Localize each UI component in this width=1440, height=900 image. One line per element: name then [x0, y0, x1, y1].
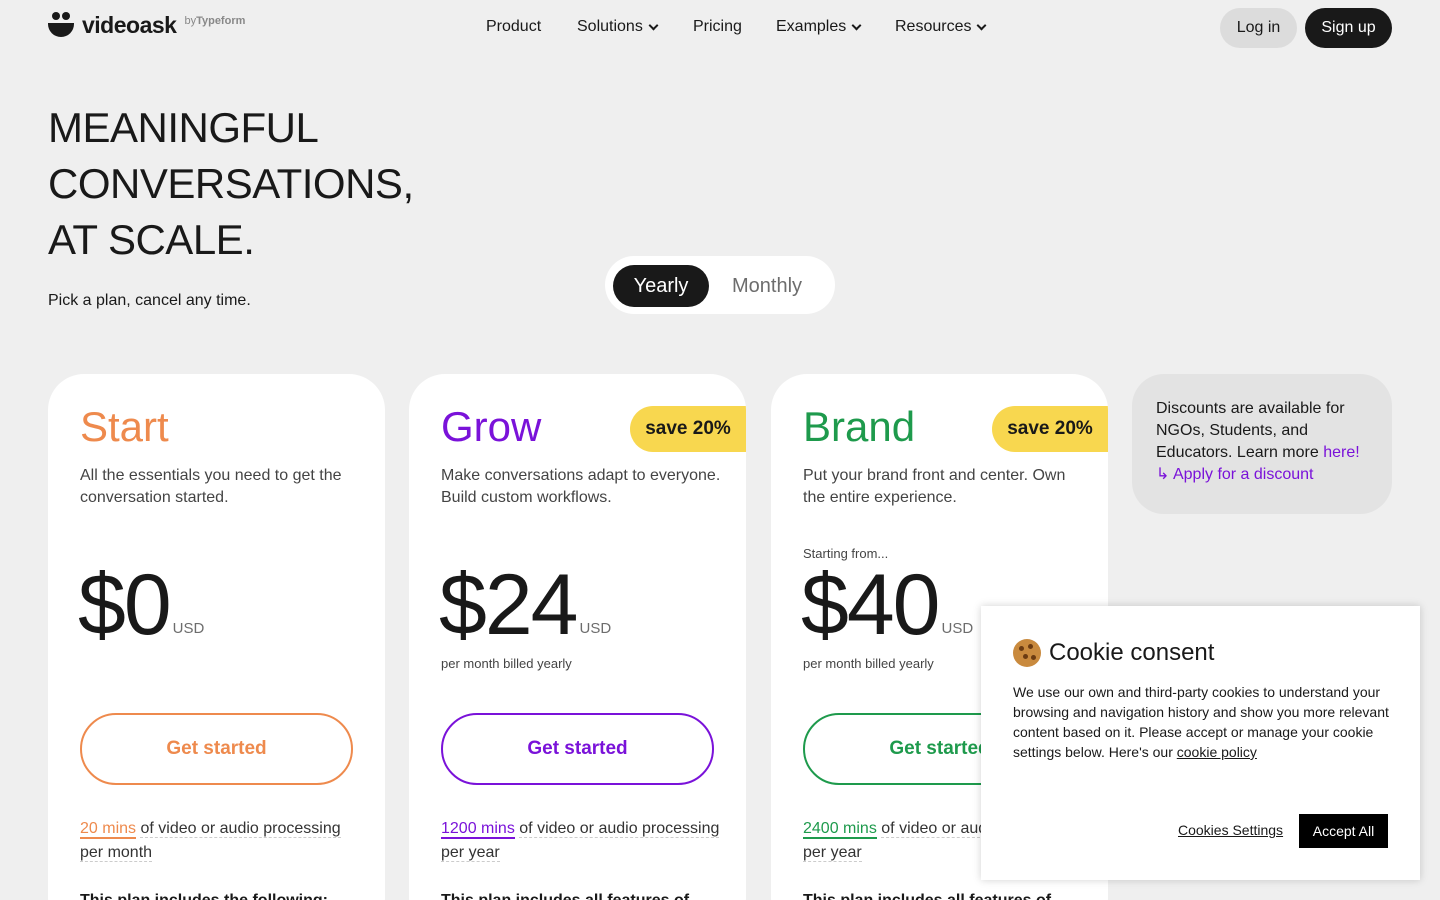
videoask-logo[interactable]: videoask byTypeform [48, 11, 245, 39]
plan-price: $40 USD [801, 558, 973, 652]
plan-minutes: 1200 mins of video or audio processing p… [441, 820, 720, 862]
plan-card-start: Start All the essentials you need to get… [48, 374, 385, 900]
plan-includes: This plan includes the following: [80, 892, 328, 900]
cookie-policy-link[interactable]: cookie policy [1177, 744, 1257, 760]
plan-description: Make conversations adapt to everyone. Bu… [441, 467, 721, 506]
main-nav: Product Solutions Pricing Examples Resou… [486, 17, 987, 37]
billing-toggle: Yearly Monthly [605, 256, 835, 314]
discount-box: Discounts are available for NGOs, Studen… [1132, 374, 1392, 514]
chevron-down-icon [851, 20, 862, 30]
get-started-button[interactable]: Get started [441, 713, 714, 785]
logo-wordmark: videoask [82, 12, 177, 38]
login-button[interactable]: Log in [1220, 8, 1297, 48]
toggle-monthly[interactable]: Monthly [717, 265, 817, 307]
cookie-body: We use our own and third-party cookies t… [1013, 684, 1389, 760]
plan-includes: This plan includes all features of [803, 892, 1051, 900]
price-currency: USD [941, 620, 974, 637]
plan-includes: This plan includes all features of [441, 892, 689, 900]
apply-discount-link[interactable]: ↳ Apply for a discount [1156, 466, 1314, 483]
get-started-button[interactable]: Get started [80, 713, 353, 785]
plan-price: $0 USD [78, 558, 204, 652]
chevron-down-icon [977, 20, 987, 30]
signup-button[interactable]: Sign up [1305, 8, 1392, 48]
site-header: videoask byTypeform Product Solutions Pr… [0, 0, 1440, 56]
hero-title: MEANINGFUL CONVERSATIONS, AT SCALE. [48, 104, 414, 263]
save-badge: save 20% [630, 406, 746, 452]
price-amount: $24 [439, 557, 578, 653]
price-currency: USD [172, 620, 205, 637]
plan-description: Put your brand front and center. Own the… [803, 467, 1066, 506]
plan-minutes: 20 mins of video or audio processing per… [80, 820, 341, 862]
cookie-consent-dialog: Cookie consent We use our own and third-… [981, 606, 1420, 880]
videoask-smile-icon [48, 12, 74, 38]
cookie-title: Cookie consent [1013, 639, 1214, 667]
chevron-down-icon [648, 20, 659, 30]
hero-subtitle: Pick a plan, cancel any time. [48, 292, 251, 309]
toggle-yearly[interactable]: Yearly [613, 265, 709, 307]
price-amount: $0 [78, 557, 172, 653]
cookie-icon [1013, 639, 1041, 667]
accept-all-button[interactable]: Accept All [1299, 814, 1388, 848]
logo-by-typeform: byTypeform [184, 15, 246, 27]
plan-price: $24 USD [439, 558, 611, 652]
nav-pricing[interactable]: Pricing [693, 17, 776, 37]
price-amount: $40 [801, 557, 940, 653]
billing-note: per month billed yearly [441, 656, 572, 671]
nav-resources[interactable]: Resources [895, 17, 987, 37]
billing-note: per month billed yearly [803, 656, 934, 671]
save-badge: save 20% [992, 406, 1108, 452]
plan-card-grow: Grow save 20% Make conversations adapt t… [409, 374, 746, 900]
nav-solutions[interactable]: Solutions [577, 17, 693, 37]
cookies-settings-link[interactable]: Cookies Settings [1178, 822, 1283, 838]
nav-examples[interactable]: Examples [776, 17, 895, 37]
plan-name: Brand [803, 403, 916, 450]
plan-name: Grow [441, 403, 542, 450]
plan-name: Start [80, 403, 169, 450]
learn-more-link[interactable]: here! [1323, 444, 1359, 461]
plan-description: All the essentials you need to get the c… [80, 467, 342, 506]
price-currency: USD [579, 620, 612, 637]
nav-product[interactable]: Product [486, 17, 577, 37]
